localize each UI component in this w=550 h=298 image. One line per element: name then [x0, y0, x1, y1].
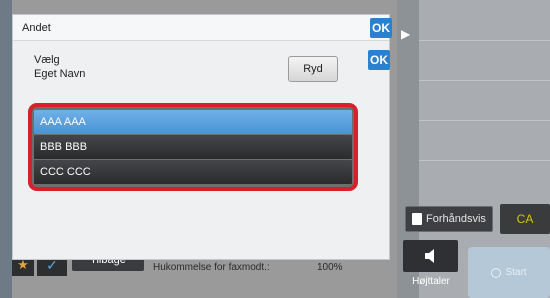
divider	[417, 120, 550, 121]
list-item-label: BBB BBB	[40, 141, 88, 153]
list-item[interactable]: BBB BBB	[34, 135, 352, 159]
start-button[interactable]: Start	[468, 247, 550, 298]
memory-label: Hukommelse for faxmodt.:	[153, 262, 270, 273]
clear-label: Ryd	[303, 63, 323, 75]
divider	[417, 160, 550, 161]
ok-label: OK	[370, 53, 388, 67]
speaker-button[interactable]	[403, 240, 458, 272]
field-label-line1: Vælg	[34, 54, 60, 66]
clear-button[interactable]: Ryd	[288, 56, 338, 82]
speaker-label: Højttaler	[412, 276, 450, 287]
list-item[interactable]: AAA AAA	[34, 110, 352, 134]
preview-button[interactable]: Forhåndsvis	[405, 206, 493, 232]
preview-label: Forhåndsvis	[426, 213, 486, 225]
divider	[417, 80, 550, 81]
list-item[interactable]: CCC CCC	[34, 160, 352, 184]
preview-icon	[412, 213, 422, 225]
start-label: Start	[505, 267, 527, 278]
ca-button[interactable]: CA	[500, 204, 550, 234]
dialog-title: Andet	[22, 22, 51, 34]
background-left-strip	[0, 0, 12, 298]
ca-label: CA	[516, 212, 534, 226]
memory-value: 100%	[317, 262, 343, 273]
ok-label: OK	[372, 21, 390, 35]
ok-button-top[interactable]: OK	[370, 18, 392, 38]
ok-button-secondary[interactable]: OK	[368, 50, 390, 70]
play-arrow-icon: ▶	[401, 27, 411, 41]
dialog: Andet Vælg Eget Navn Ryd AAA AAA BBB BBB…	[12, 14, 390, 260]
list-item-label: AAA AAA	[40, 116, 86, 128]
speaker-icon	[424, 249, 434, 263]
divider	[417, 40, 550, 41]
dialog-header: Andet	[13, 15, 389, 41]
start-icon	[491, 267, 502, 278]
screen: ▶ Forhåndsvis CA Højttaler Start ★ ✓ Til…	[0, 0, 550, 298]
list-item-label: CCC CCC	[40, 166, 91, 178]
field-label-line2: Eget Navn	[34, 68, 86, 80]
name-list: AAA AAA BBB BBB CCC CCC	[28, 103, 358, 191]
